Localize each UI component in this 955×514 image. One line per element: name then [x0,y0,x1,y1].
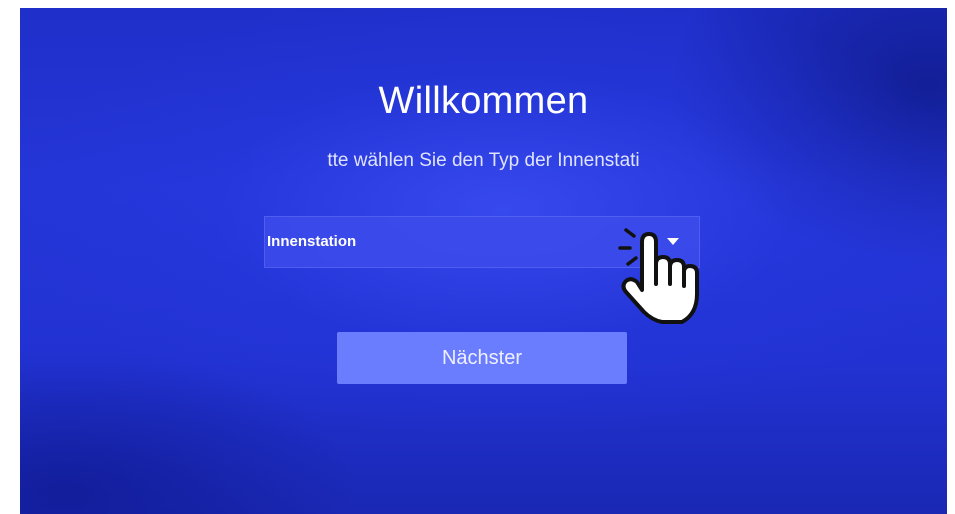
hand-pointer-icon [618,228,699,324]
station-type-value: Innenstation [267,233,357,250]
instruction-clip: tte wählen Sie den Typ der Innenstati [288,150,680,172]
instruction-row: tte wählen Sie den Typ der Innenstati [20,150,947,172]
setup-screen: Willkommen tte wählen Sie den Typ der In… [20,8,947,514]
next-button[interactable]: Nächster [337,332,627,384]
page-title: Willkommen [378,80,589,122]
instruction-text: tte wählen Sie den Typ der Innenstati [327,150,640,171]
